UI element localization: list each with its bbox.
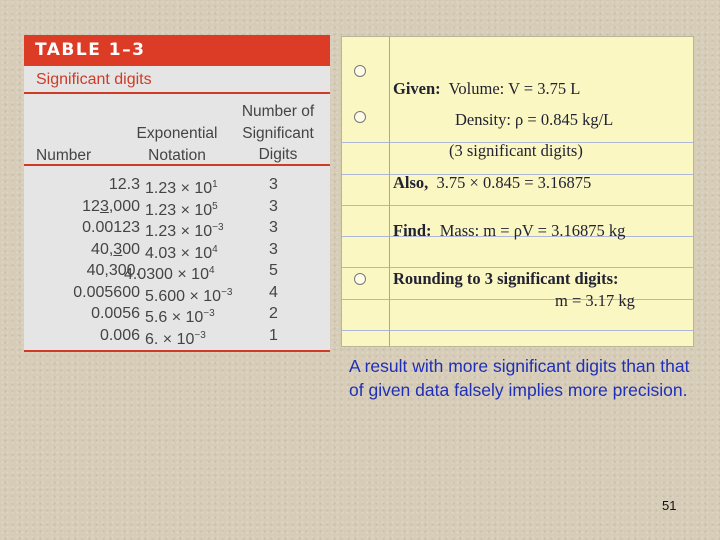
ruled-line: [342, 330, 693, 331]
cell-digits: 5: [269, 262, 278, 279]
cell-digits: 2: [269, 305, 278, 322]
cell-number: 40,300: [91, 240, 140, 258]
table-body: 12.3 1.23 × 101 3 123,000 1.23 × 105 3 0…: [24, 174, 330, 348]
find-line: Find: Mass: m = ρV = 3.16875 kg: [393, 221, 625, 241]
find-label: Find:: [393, 221, 432, 240]
header-divider: [24, 164, 330, 166]
also-label: Also,: [393, 173, 429, 192]
density-line: Density: ρ = 0.845 kg/L: [455, 110, 614, 129]
slide-caption: A result with more significant digits th…: [349, 356, 690, 400]
cell-digits: 3: [269, 197, 278, 215]
column-header-significant-digits: Number of Significant Digits: [241, 103, 315, 163]
table-row: 0.0056 5.6 × 10−3 2: [24, 303, 330, 326]
cell-number: 123,000: [82, 197, 140, 215]
binder-hole-icon: [354, 111, 366, 123]
ruled-line: [342, 299, 693, 300]
also-calculation: 3.75 × 0.845 = 3.16875: [436, 173, 592, 192]
cell-exponential: 6. × 10−3: [145, 329, 206, 348]
table-row: 123,000 1.23 × 105 3: [24, 196, 330, 219]
cell-digits: 3: [269, 219, 278, 236]
cell-number: 12.3: [108, 176, 140, 193]
cell-number: 0.00123: [82, 219, 140, 236]
table-row: 0.006 6. × 10−3 1: [24, 325, 330, 348]
rounding-result: m = 3.17 kg: [555, 291, 635, 310]
sig-digits-note: (3 significant digits): [449, 141, 583, 160]
table-row: 0.00123 1.23 × 10−3 3: [24, 217, 330, 240]
cell-number: 0.0056: [91, 305, 140, 322]
binder-hole-icon: [354, 273, 366, 285]
find-mass: Mass: m = ρV = 3.16875 kg: [439, 221, 626, 240]
table-header: TABLE 1–3: [24, 35, 330, 66]
table-row: 40,300. 4.0300 × 104 5: [24, 260, 330, 283]
binder-hole-icon: [354, 65, 366, 77]
cell-digits: 3: [269, 240, 278, 258]
column-headers: Number Exponential Notation Number of Si…: [24, 94, 330, 167]
cell-digits: 1: [269, 326, 278, 344]
given-line: Given: Volume: V = 3.75 L: [393, 79, 580, 99]
also-line: Also, 3.75 × 0.845 = 3.16875: [393, 173, 591, 193]
page-number: 51: [662, 498, 677, 513]
table-row: 40,300 4.03 × 104 3: [24, 239, 330, 262]
cell-number: 0.006: [99, 326, 140, 344]
rounding-line: Rounding to 3 significant digits:: [393, 269, 619, 289]
margin-line: [389, 37, 390, 346]
given-volume: Volume: V = 3.75 L: [448, 79, 581, 98]
cell-digits: 3: [269, 176, 278, 193]
column-header-exponential: Exponential Notation: [136, 125, 218, 164]
table-bottom-rule: [24, 350, 330, 352]
notebook-worked-example: Given: Volume: V = 3.75 L Density: ρ = 0…: [341, 36, 694, 347]
cell-digits: 4: [269, 283, 278, 301]
cell-number: 0.005600: [73, 283, 140, 301]
table-title: Significant digits: [24, 66, 330, 94]
ruled-line: [342, 267, 693, 268]
given-label: Given:: [393, 79, 441, 98]
table-row: 12.3 1.23 × 101 3: [24, 174, 330, 197]
ruled-line: [342, 205, 693, 206]
significant-digits-table: TABLE 1–3 Significant digits Number Expo…: [24, 35, 330, 352]
rounding-label: Rounding to 3 significant digits:: [393, 269, 619, 288]
table-row: 0.005600 5.600 × 10−3 4: [24, 282, 330, 305]
